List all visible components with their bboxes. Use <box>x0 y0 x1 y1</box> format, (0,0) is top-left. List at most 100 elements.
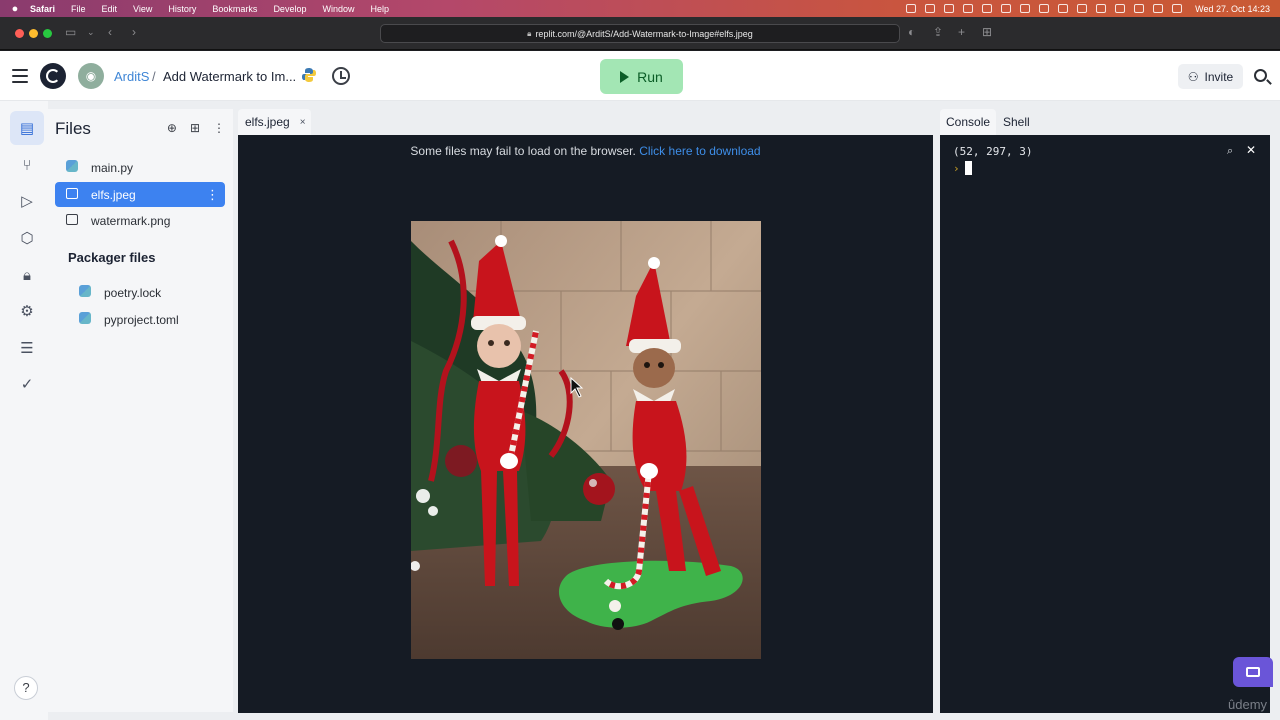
search-icon[interactable]: ⌕ <box>1227 145 1233 158</box>
editor-tabbar: elfs.jpeg × <box>238 109 933 135</box>
debugger-icon[interactable]: ▷ <box>10 184 44 218</box>
packages-icon[interactable]: ⬡ <box>10 221 44 255</box>
console-panel[interactable]: (52, 297, 3) › ⌕ ✕ <box>940 135 1270 713</box>
menu-file[interactable]: File <box>71 4 86 14</box>
hamburger-menu-icon[interactable] <box>12 69 28 83</box>
file-item-elfs-jpeg[interactable]: elfs.jpeg ⋮ <box>55 182 225 207</box>
file-item-pyproject-toml[interactable]: pyproject.toml <box>68 307 225 332</box>
menu-bookmarks[interactable]: Bookmarks <box>212 4 257 14</box>
cloud-icon[interactable] <box>982 4 993 13</box>
menu-help[interactable]: Help <box>370 4 389 14</box>
menu-view[interactable]: View <box>133 4 152 14</box>
menu-develop[interactable]: Develop <box>273 4 306 14</box>
chevron-down-icon[interactable]: ⌄ <box>87 27 95 38</box>
more-options-icon[interactable]: ⋮ <box>213 121 225 135</box>
ornament <box>583 473 615 505</box>
tray-icon[interactable] <box>1039 4 1050 13</box>
close-icon[interactable]: × <box>300 117 306 128</box>
lock-icon: 🔒︎ <box>527 28 532 38</box>
elfs-image <box>411 221 761 659</box>
console-cursor <box>965 161 972 175</box>
new-file-icon[interactable]: ⊕ <box>167 121 177 135</box>
browser-toolbar: ▭ ⌄ ‹ › 🔒︎ replit.com/@ArditS/Add-Waterm… <box>0 17 1280 50</box>
os-menu-bar: ● Safari File Edit View History Bookmark… <box>0 0 1280 17</box>
tray-icon[interactable] <box>1001 4 1012 13</box>
python-icon <box>78 285 92 300</box>
notice-text: Some files may fail to load on the brows… <box>410 144 640 158</box>
tab-shell[interactable]: Shell <box>997 109 1036 135</box>
tab-elfs-jpeg[interactable]: elfs.jpeg × <box>238 109 311 135</box>
files-tool-icon[interactable]: ▤ <box>10 111 44 145</box>
breadcrumb-user[interactable]: ArditS <box>114 69 149 84</box>
minimize-window-button[interactable] <box>29 29 38 38</box>
search-icon[interactable] <box>1254 69 1267 82</box>
apple-icon[interactable]: ● <box>0 3 30 15</box>
new-folder-icon[interactable]: ⊞ <box>190 121 200 135</box>
file-item-main-py[interactable]: main.py <box>55 155 225 180</box>
file-more-icon[interactable]: ⋮ <box>206 187 219 203</box>
address-bar[interactable]: 🔒︎ replit.com/@ArditS/Add-Watermark-to-I… <box>380 24 900 43</box>
status-tray: Wed 27. Oct 14:23 <box>906 0 1270 17</box>
clear-console-close-icon[interactable]: ✕ <box>1246 143 1256 157</box>
menu-safari[interactable]: Safari <box>30 4 55 14</box>
menu-clock[interactable]: Wed 27. Oct 14:23 <box>1195 4 1270 14</box>
tray-icon[interactable] <box>944 4 955 13</box>
download-link[interactable]: Click here to download <box>639 144 760 158</box>
unit-tests-check-icon[interactable]: ✓ <box>10 367 44 401</box>
packager-files-title: Packager files <box>68 250 156 265</box>
image-icon <box>65 187 79 202</box>
forward-icon[interactable]: › <box>132 25 136 39</box>
back-icon[interactable]: ‹ <box>108 25 112 39</box>
run-label: Run <box>637 68 663 85</box>
repl-name[interactable]: Add Watermark to Im... <box>163 69 296 84</box>
database-icon[interactable]: ☰ <box>10 331 44 365</box>
tray-icon[interactable] <box>1020 4 1031 13</box>
chat-icon[interactable] <box>1233 657 1273 687</box>
file-item-watermark-png[interactable]: watermark.png <box>55 208 225 233</box>
console-prompt: › <box>953 162 960 175</box>
close-window-button[interactable] <box>15 29 24 38</box>
tray-icon[interactable] <box>963 4 974 13</box>
udemy-watermark: ûdemy <box>1228 697 1268 712</box>
file-item-poetry-lock[interactable]: poetry.lock <box>68 280 225 305</box>
menu-window[interactable]: Window <box>322 4 354 14</box>
menu-history[interactable]: History <box>168 4 196 14</box>
tab-console[interactable]: Console <box>940 109 997 135</box>
tray-icon[interactable] <box>906 4 917 13</box>
add-user-icon: ⚇ <box>1187 69 1199 84</box>
tray-icon[interactable] <box>1058 4 1069 13</box>
invite-button[interactable]: ⚇ Invite <box>1178 64 1243 89</box>
console-output: (52, 297, 3) <box>953 145 1033 158</box>
new-tab-icon[interactable]: + <box>958 25 965 39</box>
python-icon <box>65 160 79 175</box>
secrets-lock-icon[interactable]: 🔒︎ <box>10 258 44 292</box>
shield-icon[interactable]: ◐ <box>908 25 915 39</box>
battery-icon[interactable] <box>1096 4 1107 13</box>
tray-icon[interactable] <box>1077 4 1088 13</box>
tab-overview-icon[interactable]: ⊞ <box>982 25 992 39</box>
file-name: elfs.jpeg <box>91 187 136 202</box>
version-control-icon[interactable]: ⑂ <box>10 148 44 182</box>
zoom-window-button[interactable] <box>43 29 52 38</box>
siri-icon[interactable] <box>1172 4 1183 13</box>
avatar[interactable]: ◉ <box>78 63 104 89</box>
ornament <box>445 445 477 477</box>
wifi-icon[interactable] <box>1115 4 1126 13</box>
console-tabbar: Console Shell <box>940 109 1270 135</box>
dropbox-icon[interactable] <box>925 4 936 13</box>
menu-edit[interactable]: Edit <box>102 4 118 14</box>
share-icon[interactable]: ⇪ <box>933 25 943 39</box>
search-icon[interactable] <box>1134 4 1145 13</box>
tool-rail: ▤ ⑂ ▷ ⬡ 🔒︎ ⚙ ☰ ✓ <box>0 101 48 720</box>
play-icon <box>620 70 630 83</box>
help-icon[interactable]: ? <box>14 676 38 700</box>
file-name: watermark.png <box>91 213 171 228</box>
replit-logo-icon[interactable] <box>40 63 66 89</box>
file-name: pyproject.toml <box>104 312 179 327</box>
sidebar-toggle-icon[interactable]: ▭ <box>65 25 76 39</box>
replit-header: ◉ ArditS / Add Watermark to Im... Run ⚇ … <box>0 51 1280 101</box>
run-button[interactable]: Run <box>600 59 683 94</box>
settings-gear-icon[interactable]: ⚙ <box>10 294 44 328</box>
history-icon[interactable] <box>332 67 350 85</box>
control-center-icon[interactable] <box>1153 4 1164 13</box>
